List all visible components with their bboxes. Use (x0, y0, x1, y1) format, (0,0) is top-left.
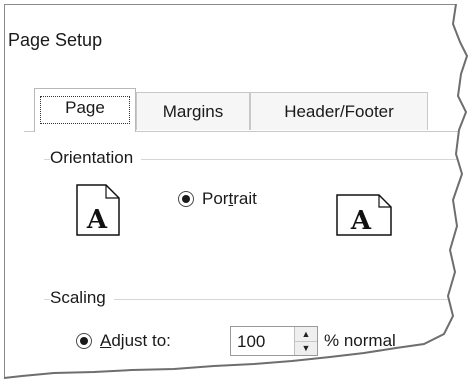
portrait-label-post: rait (233, 189, 257, 208)
orientation-group-title: Orientation (50, 148, 142, 168)
tab-header-footer[interactable]: Header/Footer (250, 92, 428, 130)
portrait-label[interactable]: Portrait (202, 189, 257, 209)
page-setup-dialog: Page Setup Page Margins Header/Footer Or… (4, 4, 467, 378)
scaling-percent-input[interactable]: 100 (237, 332, 265, 352)
spin-down-button[interactable]: ▼ (295, 341, 317, 355)
portrait-page-icon: A (76, 184, 120, 236)
scaling-group-title: Scaling (50, 288, 114, 308)
tab-page-label: Page (65, 98, 105, 117)
landscape-page-icon: A (336, 194, 392, 236)
percent-normal-label: % normal (324, 331, 396, 350)
scaling-percent-spinner[interactable]: 100 ▲ ▼ (230, 326, 318, 356)
adjust-to-label[interactable]: Adjust to: (100, 331, 171, 351)
svg-text:A: A (86, 205, 108, 235)
portrait-radio[interactable] (178, 191, 194, 207)
dialog-title: Page Setup (8, 30, 103, 50)
tab-page[interactable]: Page (34, 88, 136, 132)
portrait-radio-dot (182, 195, 190, 203)
spin-up-button[interactable]: ▲ (295, 327, 317, 342)
tab-margins[interactable]: Margins (136, 92, 250, 130)
adjust-to-radio[interactable] (76, 333, 92, 349)
triangle-down-icon: ▼ (301, 343, 311, 353)
adjust-to-radio-dot (80, 337, 88, 345)
triangle-up-icon: ▲ (301, 329, 311, 339)
adjust-to-label-rest: djust to: (111, 331, 171, 350)
spinner-buttons: ▲ ▼ (294, 327, 317, 355)
adjust-to-label-accel: A (100, 331, 112, 350)
tab-header-footer-label: Header/Footer (284, 102, 394, 121)
svg-text:A: A (350, 206, 372, 236)
portrait-label-pre: Por (202, 189, 229, 208)
tab-margins-label: Margins (162, 102, 224, 121)
